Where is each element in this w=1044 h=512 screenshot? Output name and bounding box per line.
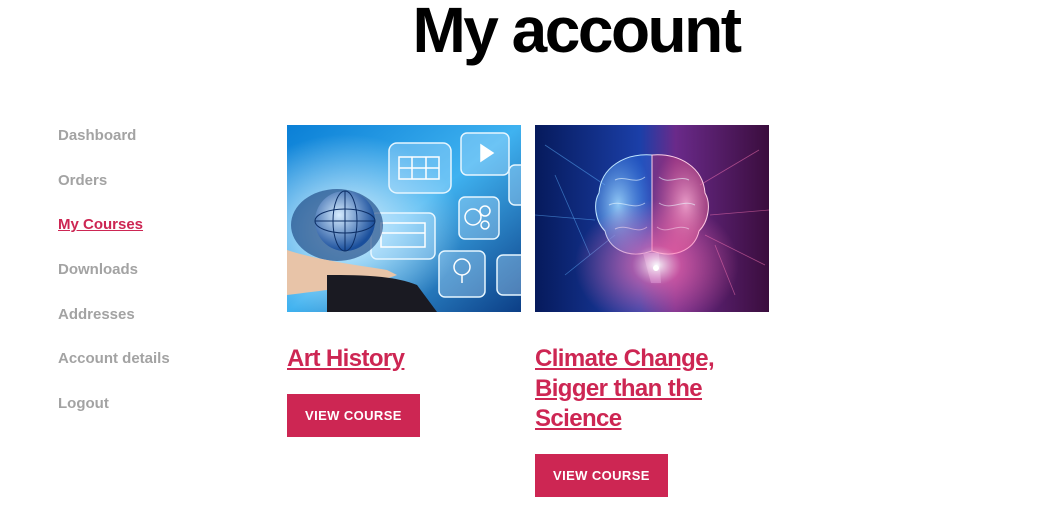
- nav-item-orders[interactable]: Orders: [58, 169, 258, 214]
- nav-item-addresses[interactable]: Addresses: [58, 303, 258, 348]
- account-navigation: Dashboard Orders My Courses Downloads Ad…: [58, 124, 258, 437]
- nav-item-logout[interactable]: Logout: [58, 392, 258, 437]
- course-title-link[interactable]: Climate Change, Bigger than the Science: [535, 344, 769, 434]
- view-course-button[interactable]: VIEW COURSE: [287, 394, 420, 437]
- view-course-button[interactable]: VIEW COURSE: [535, 454, 668, 497]
- nav-item-dashboard[interactable]: Dashboard: [58, 124, 258, 169]
- brain-illustration: [535, 125, 769, 312]
- course-title-link[interactable]: Art History: [287, 344, 521, 374]
- course-card: Art History VIEW COURSE: [287, 125, 521, 437]
- course-thumbnail-tech[interactable]: [287, 125, 521, 312]
- tech-hand-illustration: [287, 125, 521, 312]
- course-card: Climate Change, Bigger than the Science …: [535, 125, 769, 497]
- nav-item-account-details[interactable]: Account details: [58, 347, 258, 392]
- nav-item-my-courses[interactable]: My Courses: [58, 213, 258, 258]
- nav-item-downloads[interactable]: Downloads: [58, 258, 258, 303]
- course-thumbnail-brain[interactable]: [535, 125, 769, 312]
- page-title: My account: [412, 0, 742, 66]
